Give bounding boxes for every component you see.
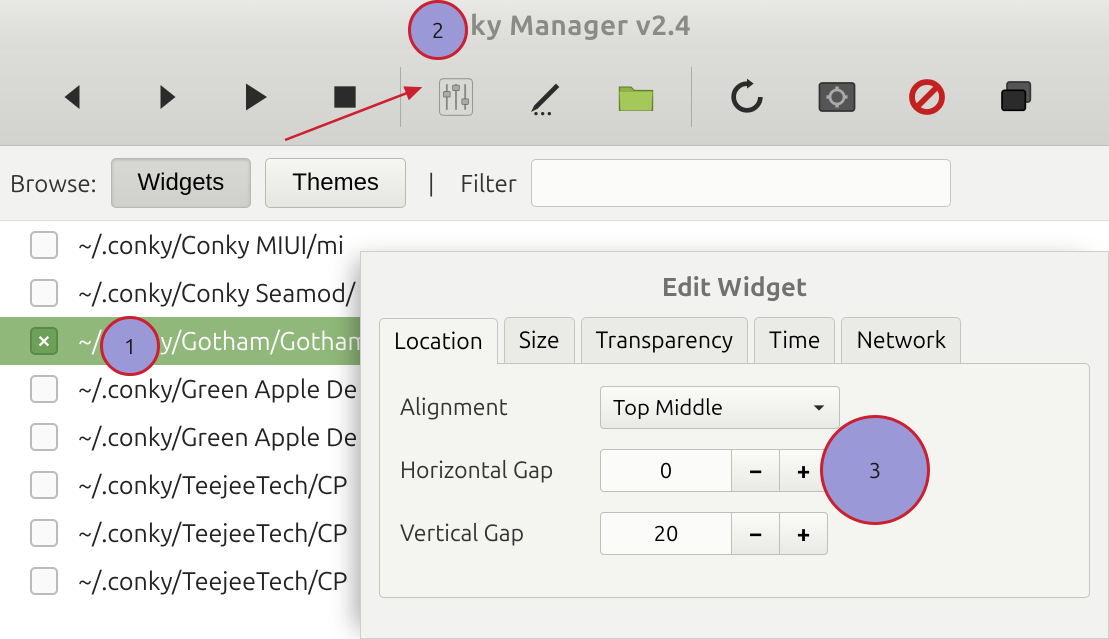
list-item-label: ~/.conky/TeejeeTech/CP bbox=[78, 519, 347, 547]
alignment-value: Top Middle bbox=[613, 395, 723, 420]
disable-button[interactable] bbox=[900, 70, 954, 124]
tab-body-location: Alignment Top Middle Horizontal Gap 0 − … bbox=[379, 363, 1090, 598]
back-button[interactable] bbox=[48, 70, 102, 124]
vgap-label: Vertical Gap bbox=[400, 521, 600, 546]
gear-window-icon bbox=[816, 76, 858, 118]
folder-icon bbox=[614, 77, 658, 117]
play-button[interactable] bbox=[228, 70, 282, 124]
dialog-tabs: Location Size Transparency Time Network bbox=[361, 317, 1108, 363]
tab-location[interactable]: Location bbox=[379, 318, 498, 364]
checkbox[interactable] bbox=[30, 519, 58, 547]
refresh-button[interactable] bbox=[720, 70, 774, 124]
stop-icon bbox=[329, 81, 361, 113]
tab-transparency[interactable]: Transparency bbox=[581, 317, 748, 363]
hgap-label: Horizontal Gap bbox=[400, 458, 600, 483]
folder-button[interactable] bbox=[609, 70, 663, 124]
checkbox[interactable] bbox=[30, 423, 58, 451]
checkbox[interactable] bbox=[30, 375, 58, 403]
cascade-windows-icon bbox=[995, 77, 1039, 117]
chevron-down-icon bbox=[811, 400, 827, 416]
vgap-stepper: 20 − + bbox=[600, 512, 828, 555]
toolbar-separator bbox=[691, 67, 692, 127]
toolbar bbox=[0, 49, 1109, 146]
play-icon bbox=[237, 79, 273, 115]
hgap-value[interactable]: 0 bbox=[600, 449, 732, 492]
refresh-icon bbox=[727, 77, 767, 117]
list-item-label: ~/.conky/Green Apple De bbox=[78, 375, 357, 403]
stop-button[interactable] bbox=[318, 70, 372, 124]
check-mark-icon: ✕ bbox=[37, 332, 50, 351]
filter-input[interactable] bbox=[531, 159, 951, 207]
hgap-stepper: 0 − + bbox=[600, 449, 828, 492]
window-title: Conky Manager v2.4 bbox=[0, 0, 1109, 49]
tab-network[interactable]: Network bbox=[841, 317, 961, 363]
edit-widget-dialog: Edit Widget Location Size Transparency T… bbox=[360, 251, 1109, 639]
sliders-button[interactable] bbox=[429, 70, 483, 124]
arrow-right-icon bbox=[147, 79, 183, 115]
arrow-left-icon bbox=[57, 79, 93, 115]
vgap-plus-button[interactable]: + bbox=[780, 512, 828, 555]
vgap-minus-button[interactable]: − bbox=[732, 512, 780, 555]
vgap-value[interactable]: 20 bbox=[600, 512, 732, 555]
list-item-label: ~/.conky/Green Apple De bbox=[78, 423, 357, 451]
pen-button[interactable] bbox=[519, 70, 573, 124]
list-item-label: ~/.conky/TeejeeTech/CP bbox=[78, 471, 347, 499]
annotation-marker-3: 3 bbox=[820, 415, 930, 525]
prohibit-icon bbox=[907, 77, 947, 117]
checkbox[interactable]: ✕ bbox=[30, 327, 58, 355]
toolbar-separator bbox=[400, 67, 401, 127]
tab-time[interactable]: Time bbox=[754, 317, 835, 363]
forward-button[interactable] bbox=[138, 70, 192, 124]
list-item-label: ~/.conky/Conky MIUI/mi bbox=[78, 231, 344, 259]
browse-label: Browse: bbox=[10, 170, 97, 197]
widgets-button[interactable]: Widgets bbox=[111, 158, 252, 208]
list-item-label: ~/.conky/Conky Seamod/ bbox=[78, 279, 355, 307]
pipe-separator: | bbox=[428, 170, 434, 197]
checkbox[interactable] bbox=[30, 567, 58, 595]
checkbox[interactable] bbox=[30, 231, 58, 259]
filter-label: Filter bbox=[460, 170, 516, 197]
checkbox[interactable] bbox=[30, 471, 58, 499]
checkbox[interactable] bbox=[30, 279, 58, 307]
pen-icon bbox=[526, 77, 566, 117]
dialog-title: Edit Widget bbox=[361, 252, 1108, 317]
settings-button[interactable] bbox=[810, 70, 864, 124]
annotation-marker-2: 2 bbox=[408, 0, 468, 60]
annotation-marker-1: 1 bbox=[100, 316, 160, 376]
tab-size[interactable]: Size bbox=[504, 317, 575, 363]
hgap-minus-button[interactable]: − bbox=[732, 449, 780, 492]
alignment-select[interactable]: Top Middle bbox=[600, 386, 840, 429]
sliders-icon bbox=[434, 75, 478, 119]
alignment-label: Alignment bbox=[400, 395, 600, 420]
list-item-label: ~/.conky/TeejeeTech/CP bbox=[78, 567, 347, 595]
themes-button[interactable]: Themes bbox=[265, 158, 406, 208]
windows-button[interactable] bbox=[990, 70, 1044, 124]
browse-bar: Browse: Widgets Themes | Filter bbox=[0, 146, 1109, 221]
